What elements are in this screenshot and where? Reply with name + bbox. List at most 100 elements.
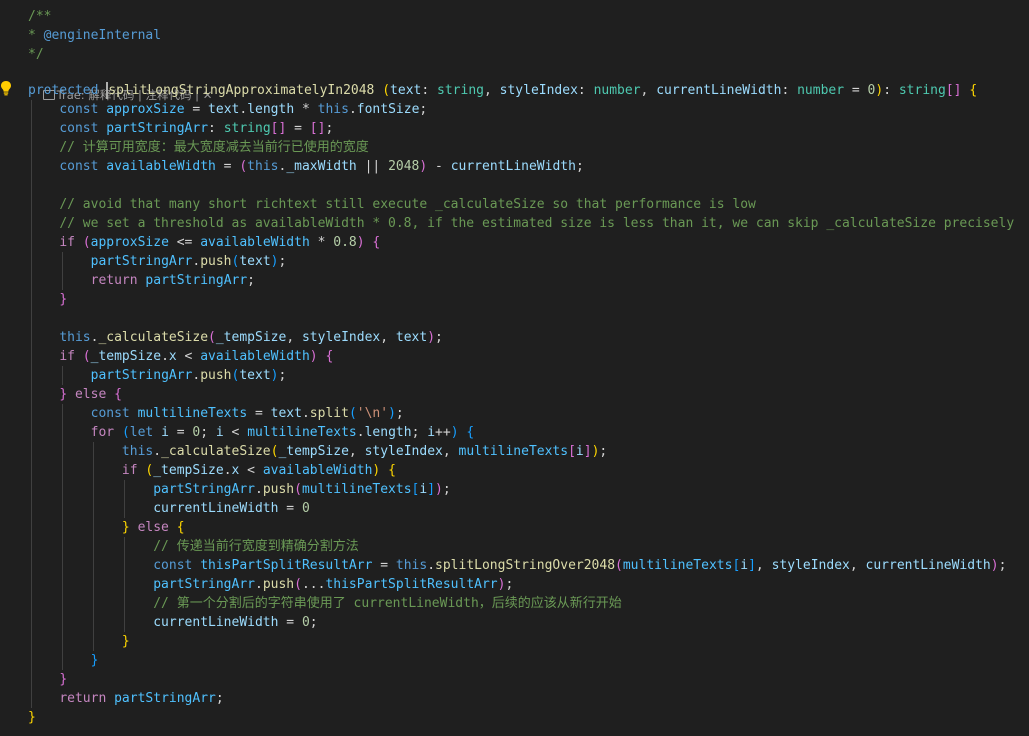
code-token: this: [395, 558, 428, 573]
code-line: }: [28, 651, 99, 670]
code-token: {: [176, 520, 185, 535]
code-token: (: [382, 83, 391, 98]
code-token: (: [615, 558, 623, 573]
code-token: (: [82, 235, 91, 250]
code-line: partStringArr.push(...thisPartSplitResul…: [28, 575, 513, 594]
code-token: const: [90, 406, 130, 421]
code-token: =: [278, 615, 302, 630]
code-token: approxSize: [106, 102, 185, 117]
code-token: text: [395, 330, 428, 345]
code-token: :: [781, 83, 798, 98]
code-editor[interactable]: Trae: 解释代码 | 注释代码 | ✕ /** * @engineIntern…: [0, 0, 1029, 736]
code-token: availableWidth: [106, 159, 216, 174]
code-token: .: [254, 482, 263, 497]
code-line: // 第一个分割后的字符串使用了 currentLineWidth，后续的应该从…: [28, 594, 622, 613]
code-token: if: [59, 235, 75, 250]
code-token: 0: [301, 501, 310, 516]
code-token: // we set a threshold as availableWidth …: [59, 216, 1015, 231]
code-token: ): [427, 330, 436, 345]
code-token: return: [90, 273, 138, 288]
code-token: string: [898, 83, 946, 98]
code-token: }: [59, 387, 68, 402]
code-token: _tempSize: [90, 349, 162, 364]
code-token: styleIndex: [771, 558, 850, 573]
code-token: ;: [200, 425, 216, 440]
code-token: }: [90, 653, 99, 668]
code-token: ,: [849, 558, 866, 573]
code-token: =: [247, 406, 271, 421]
code-token: // 传递当前行宽度到精确分割方法: [153, 539, 359, 554]
code-token: {: [969, 83, 978, 98]
code-token: 2048: [388, 159, 420, 174]
code-token: const: [59, 102, 99, 117]
code-token: return: [59, 691, 107, 706]
code-token: if: [59, 349, 75, 364]
code-token: ,: [640, 83, 657, 98]
code-token: number: [797, 83, 845, 98]
code-token: ]: [583, 444, 592, 459]
code-token: ;: [442, 482, 451, 497]
code-token: i: [575, 444, 584, 459]
code-token: number: [593, 83, 641, 98]
code-token: // avoid that many short richtext still …: [59, 197, 756, 212]
code-token: }: [59, 672, 68, 687]
code-token: multilineTexts: [247, 425, 357, 440]
code-token: _tempSize: [153, 463, 224, 478]
code-token: text: [270, 406, 302, 421]
lightbulb-icon[interactable]: [0, 80, 12, 96]
code-token: availableWidth: [200, 235, 310, 250]
code-token: _calculateSize: [161, 444, 271, 459]
code-token: .: [223, 463, 232, 478]
code-token: (: [348, 406, 357, 421]
code-line: const approxSize = text.length * this.fo…: [28, 100, 427, 119]
code-token: availableWidth: [200, 349, 310, 364]
code-line: const partStringArr: string[] = [];: [28, 119, 333, 138]
code-token: <=: [168, 235, 201, 250]
code-token: <: [223, 425, 248, 440]
code-token: ): [450, 425, 459, 440]
code-token: (: [121, 425, 130, 440]
code-token: (: [82, 349, 91, 364]
code-token: ): [990, 558, 999, 573]
code-token: =: [215, 159, 240, 174]
code-token: text: [239, 254, 271, 269]
code-token: currentLineWidth: [656, 83, 782, 98]
code-token: push: [262, 577, 295, 592]
code-token: (: [294, 577, 302, 592]
code-token: ;: [575, 159, 584, 174]
code-token: .: [254, 577, 263, 592]
code-token: _maxWidth: [286, 159, 357, 174]
code-token: ;: [599, 444, 608, 459]
code-token: ,: [442, 444, 459, 459]
code-token: =: [844, 83, 868, 98]
code-token: split: [309, 406, 349, 421]
code-token: currentLineWidth: [153, 615, 279, 630]
code-token: 0: [301, 615, 310, 630]
code-line: partStringArr.push(text);: [28, 252, 287, 271]
code-token: i: [215, 425, 224, 440]
code-token: approxSize: [90, 235, 169, 250]
code-token: /**: [28, 9, 52, 24]
code-token: []: [309, 121, 326, 136]
code-line: if (_tempSize.x < availableWidth) {: [28, 347, 333, 366]
code-token: {: [466, 425, 475, 440]
code-line: partStringArr.push(text);: [28, 366, 287, 385]
code-token: partStringArr: [106, 121, 209, 136]
code-line: // 传递当前行宽度到精确分割方法: [28, 537, 359, 556]
code-token: thisPartSplitResultArr: [325, 577, 498, 592]
code-token: let: [129, 425, 154, 440]
code-token: .: [348, 102, 357, 117]
code-token: i: [419, 482, 428, 497]
